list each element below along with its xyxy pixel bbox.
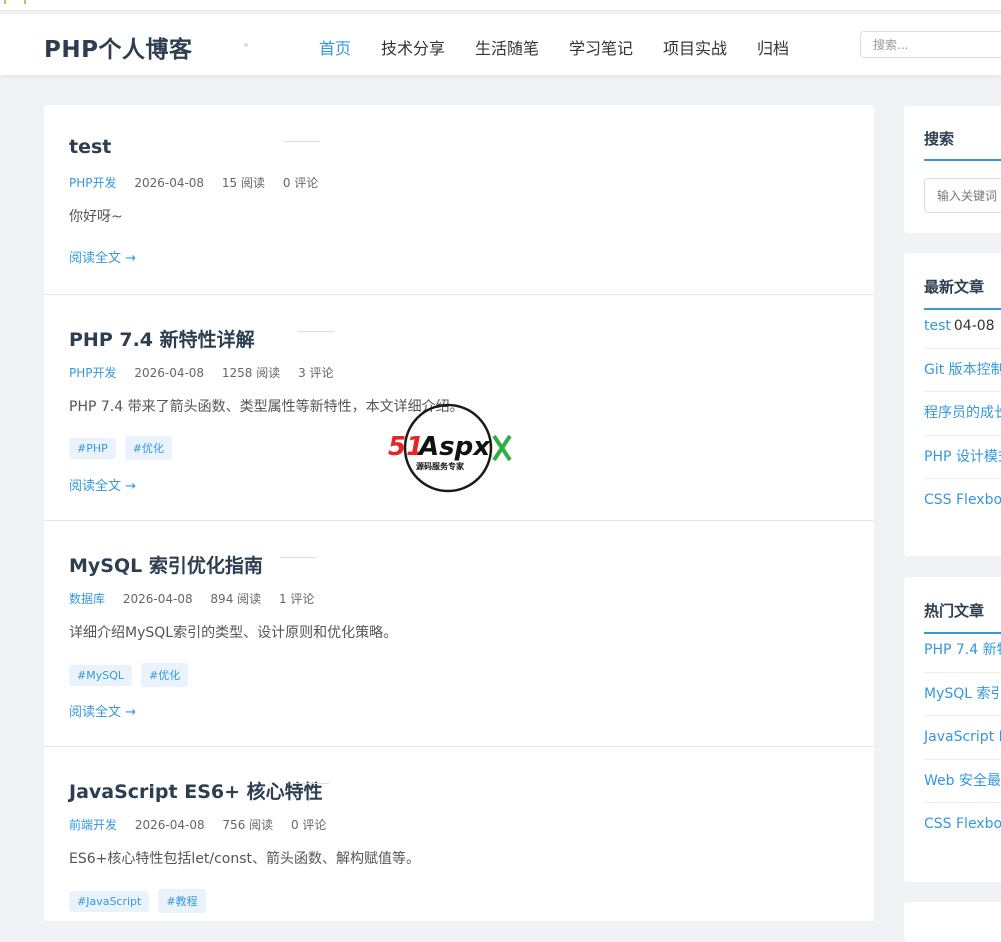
read-more-link[interactable]: 阅读全文 → [69, 247, 136, 266]
post-comments: 3 评论 [298, 366, 334, 380]
post-date: 2026-04-08 [122, 592, 193, 606]
tag-chip[interactable]: #PHP [69, 438, 116, 459]
post-category[interactable]: 前端开发 [69, 818, 117, 832]
post-date: 2026-04-08 [134, 176, 205, 190]
sidebar-search-widget: 搜索 [904, 106, 1001, 233]
post-category[interactable]: 数据库 [69, 592, 105, 606]
hot-item[interactable]: MySQL 索引优化 [924, 673, 1001, 716]
post-card: test PHP开发 2026-04-08 15 阅读 0 评论 你好呀~ 阅读… [44, 105, 874, 295]
nav-notes[interactable]: 学习笔记 [569, 35, 633, 59]
tag-chip[interactable]: #优化 [141, 663, 189, 687]
watermark-emblem: 51 Aspx 源码服务专家 [388, 403, 512, 493]
read-more-link[interactable]: 阅读全文 → [69, 475, 136, 494]
sidebar-search-input[interactable] [924, 178, 1001, 213]
header-search-input[interactable] [860, 31, 1001, 58]
strip-mark [4, 0, 6, 4]
latest-item-title[interactable]: test [924, 318, 951, 334]
latest-item[interactable]: Git 版本控制 [924, 349, 1001, 392]
decorative-dot [244, 43, 248, 47]
hot-list: PHP 7.4 新特性 MySQL 索引优化 JavaScript ES6 We… [924, 642, 1001, 846]
post-tags: #JavaScript #教程 [69, 889, 215, 913]
post-excerpt: 详细介绍MySQL索引的类型、设计原则和优化策略。 [69, 625, 398, 641]
hot-item[interactable]: JavaScript ES6 [924, 716, 1001, 760]
site-header: PHP个人博客 首页 技术分享 生活随笔 学习笔记 项目实战 归档 [0, 14, 1001, 75]
hot-item[interactable]: Web 安全最佳 [924, 760, 1001, 803]
post-excerpt: ES6+核心特性包括let/const、箭头函数、解构赋值等。 [69, 851, 420, 867]
latest-item[interactable]: PHP 设计模式 [924, 436, 1001, 479]
strip-mark [24, 0, 26, 4]
watermark-brand-aspx: Aspx [417, 432, 491, 462]
tag-chip[interactable]: #优化 [124, 436, 172, 460]
widget-title: 最新文章 [924, 278, 985, 296]
latest-item-date: 04-08 [953, 318, 995, 334]
post-comments: 0 评论 [282, 176, 319, 190]
post-meta: PHP开发 2026-04-08 1258 阅读 3 评论 [69, 364, 348, 381]
watermark-slogan: 源码服务专家 [416, 461, 465, 471]
post-views: 756 阅读 [222, 818, 274, 832]
sidebar-hot-widget: 热门文章 PHP 7.4 新特性 MySQL 索引优化 JavaScript E… [904, 577, 1001, 882]
post-title[interactable]: MySQL 索引优化指南 [69, 551, 263, 578]
watermark-logo: 51 Aspx 源码服务专家 [386, 402, 514, 494]
nav-life[interactable]: 生活随笔 [475, 35, 539, 59]
tag-chip[interactable]: #MySQL [69, 665, 132, 686]
post-views: 1258 阅读 [221, 366, 281, 380]
nav-home[interactable]: 首页 [319, 35, 351, 59]
tag-chip[interactable]: #JavaScript [69, 891, 150, 912]
widget-title: 热门文章 [924, 602, 985, 620]
post-date: 2026-04-08 [134, 366, 205, 380]
site-logo[interactable]: PHP个人博客 [44, 30, 192, 64]
title-divider [293, 783, 329, 784]
sidebar-latest-widget: 最新文章 test04-08 Git 版本控制 程序员的成长 PHP 设计模式 … [904, 253, 1001, 556]
post-meta: 数据库 2026-04-08 894 阅读 1 评论 [69, 590, 328, 607]
post-title[interactable]: test [69, 136, 111, 158]
sidebar-next-widget [904, 902, 1001, 942]
post-card: MySQL 索引优化指南 数据库 2026-04-08 894 阅读 1 评论 … [44, 521, 874, 747]
post-date: 2026-04-08 [134, 818, 205, 832]
nav-projects[interactable]: 项目实战 [663, 35, 727, 59]
post-title[interactable]: JavaScript ES6+ 核心特性 [69, 777, 323, 804]
post-comments: 1 评论 [278, 592, 315, 606]
post-tags: #MySQL #优化 [69, 663, 197, 687]
title-divider [280, 557, 316, 558]
hot-item[interactable]: CSS Flexbox [924, 803, 1001, 846]
title-divider [284, 141, 320, 142]
read-more-link[interactable]: 阅读全文 → [69, 701, 136, 720]
latest-item[interactable]: test 04-08 [924, 305, 1001, 349]
post-comments: 0 评论 [290, 818, 327, 832]
post-views: 894 阅读 [210, 592, 262, 606]
hot-item[interactable]: PHP 7.4 新特性 [924, 629, 1001, 673]
post-title[interactable]: PHP 7.4 新特性详解 [69, 325, 255, 352]
post-meta: 前端开发 2026-04-08 756 阅读 0 评论 [69, 816, 340, 833]
latest-item[interactable]: 程序员的成长 [924, 392, 1001, 436]
nav-archive[interactable]: 归档 [757, 35, 789, 59]
latest-list: test04-08 Git 版本控制 程序员的成长 PHP 设计模式 CSS F… [924, 318, 1001, 522]
post-list: test PHP开发 2026-04-08 15 阅读 0 评论 你好呀~ 阅读… [44, 105, 874, 921]
post-meta: PHP开发 2026-04-08 15 阅读 0 评论 [69, 174, 332, 191]
widget-title: 搜索 [924, 130, 955, 148]
widget-underline [924, 159, 1001, 161]
post-category[interactable]: PHP开发 [69, 366, 117, 380]
browser-top-strip [0, 0, 1001, 11]
nav-tech[interactable]: 技术分享 [381, 35, 445, 59]
latest-item[interactable]: CSS Flexbox [924, 479, 1001, 522]
post-views: 15 阅读 [221, 176, 265, 190]
watermark-x-mark [492, 434, 512, 462]
post-category[interactable]: PHP开发 [69, 176, 117, 190]
post-tags: #PHP #优化 [69, 436, 181, 460]
tag-chip[interactable]: #教程 [158, 889, 206, 913]
title-divider [298, 331, 334, 332]
post-excerpt: 你好呀~ [69, 209, 123, 225]
